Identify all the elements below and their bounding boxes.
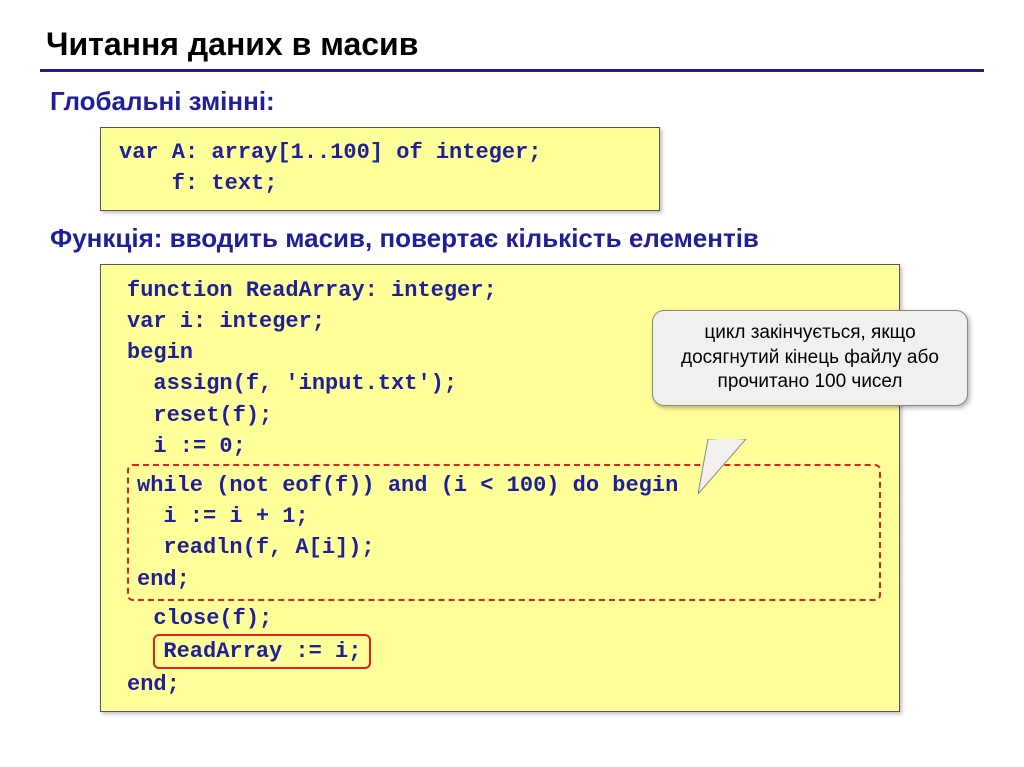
code-function-head: function ReadArray: integer; var i: inte… — [127, 278, 497, 459]
page-title: Читання даних в масив — [46, 26, 984, 63]
code-loop-highlight: while (not eof(f)) and (i < 100) do begi… — [127, 464, 881, 601]
callout-text: цикл закінчується, якщо досягнутий кінец… — [681, 322, 939, 392]
subheading-globals: Глобальні змінні: — [50, 86, 984, 117]
code-block-globals: var A: array[1..100] of integer; f: text… — [100, 127, 660, 211]
code-return-highlight: ReadArray := i; — [153, 634, 371, 669]
code-close: close(f); — [127, 606, 272, 631]
title-rule — [40, 69, 984, 72]
subheading-function: Функція: вводить масив, повертає кількіс… — [50, 223, 984, 254]
callout-bubble: цикл закінчується, якщо досягнутий кінец… — [652, 310, 968, 406]
code-end: end; — [127, 672, 180, 697]
